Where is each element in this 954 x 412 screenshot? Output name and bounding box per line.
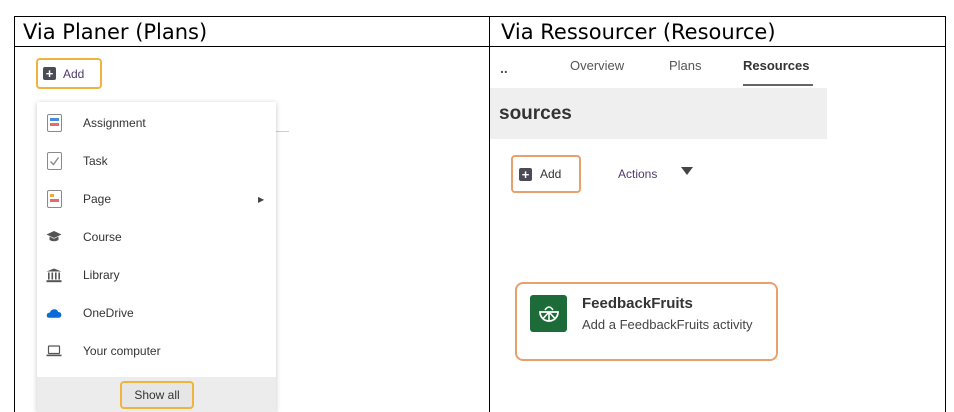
- feedbackfruits-subtitle: Add a FeedbackFruits activity: [582, 317, 753, 332]
- menu-item-label: Course: [83, 230, 122, 244]
- assignment-icon: [46, 114, 62, 132]
- breadcrumb-dots[interactable]: ..: [500, 60, 508, 76]
- menu-item-page[interactable]: Page ▶: [37, 184, 276, 214]
- onedrive-icon: [46, 304, 62, 322]
- active-tab-indicator: [743, 84, 813, 86]
- library-icon: [46, 266, 62, 284]
- course-icon: [46, 228, 62, 246]
- submenu-arrow-icon: ▶: [258, 194, 265, 204]
- tab-overview[interactable]: Overview: [570, 58, 624, 73]
- menu-item-label: Library: [83, 268, 120, 282]
- menu-item-task[interactable]: Task: [37, 146, 276, 176]
- tab-resources[interactable]: Resources: [743, 58, 809, 73]
- menu-item-your-computer[interactable]: Your computer: [37, 336, 276, 366]
- menu-item-assignment[interactable]: Assignment: [37, 108, 276, 138]
- header-left: Via Planer (Plans): [23, 20, 208, 44]
- menu-item-label: Your computer: [83, 344, 161, 358]
- plus-icon: +: [43, 67, 56, 80]
- add-label: Add: [540, 167, 562, 181]
- caret-down-icon[interactable]: [681, 167, 693, 175]
- feedbackfruits-logo-icon: [530, 295, 567, 332]
- tab-plans[interactable]: Plans: [669, 58, 702, 73]
- menu-item-course[interactable]: Course: [37, 222, 276, 252]
- task-icon: [46, 152, 62, 170]
- actions-menu[interactable]: Actions: [618, 167, 657, 181]
- header-right: Via Ressourcer (Resource): [501, 20, 776, 44]
- header-row: Via Planer (Plans) Via Ressourcer (Resou…: [15, 17, 945, 47]
- show-all-button[interactable]: Show all: [120, 381, 194, 409]
- add-menu: Assignment Task Page ▶ Course Library On…: [37, 102, 276, 412]
- menu-item-label: Task: [83, 154, 108, 168]
- feedbackfruits-card[interactable]: FeedbackFruits Add a FeedbackFruits acti…: [515, 282, 778, 361]
- menu-item-label: Assignment: [83, 116, 146, 130]
- add-label: Add: [63, 66, 85, 81]
- menu-item-onedrive[interactable]: OneDrive: [37, 298, 276, 328]
- menu-item-label: OneDrive: [83, 306, 134, 320]
- feedbackfruits-title: FeedbackFruits: [582, 295, 693, 312]
- page-icon: [46, 190, 62, 208]
- menu-item-library[interactable]: Library: [37, 260, 276, 290]
- page-title: sources: [499, 103, 572, 124]
- laptop-icon: [46, 342, 62, 360]
- column-divider: [489, 17, 490, 412]
- plus-icon: +: [519, 167, 532, 181]
- add-button-right[interactable]: + Add: [511, 155, 581, 193]
- divider-line: [275, 131, 289, 132]
- add-button-left[interactable]: + Add: [36, 58, 102, 89]
- menu-item-label: Page: [83, 192, 112, 206]
